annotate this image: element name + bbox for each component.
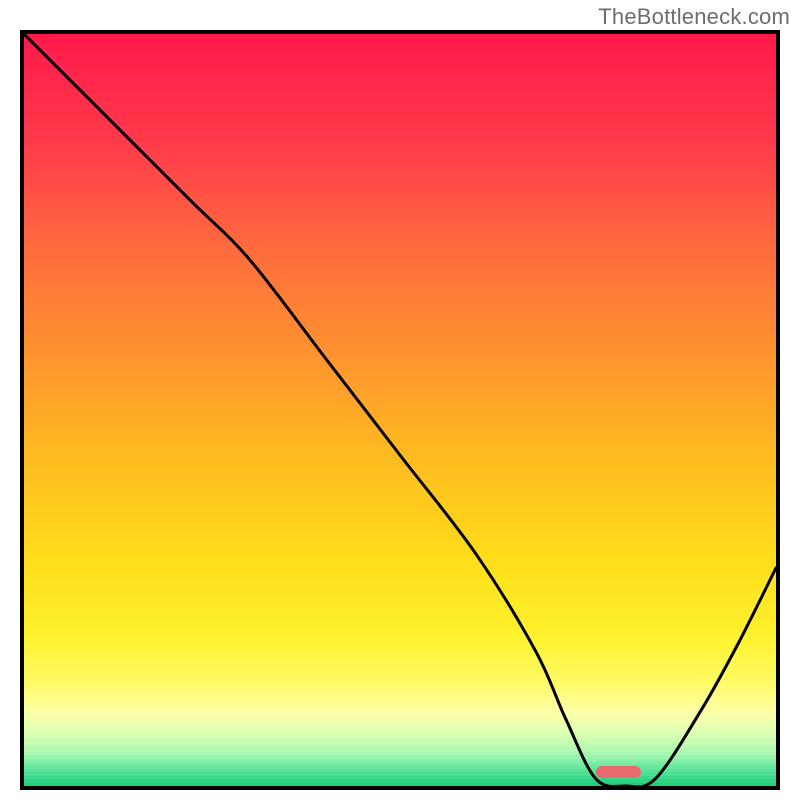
- chart-root: TheBottleneck.com: [0, 0, 800, 800]
- optimal-marker: [596, 766, 641, 778]
- curve-line: [24, 34, 776, 786]
- watermark-text: TheBottleneck.com: [598, 4, 790, 30]
- plot-frame: [20, 30, 780, 790]
